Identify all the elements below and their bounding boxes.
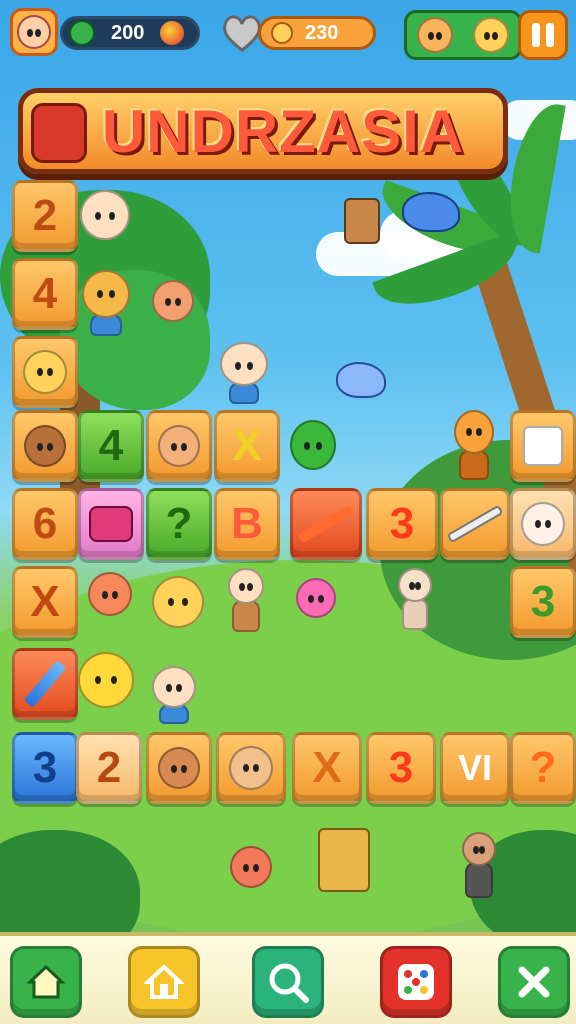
board-tile[interactable]: ?	[510, 732, 576, 804]
gem-counter: 230	[258, 16, 376, 50]
friends-panel[interactable]	[404, 10, 522, 60]
character[interactable]	[296, 578, 336, 618]
board-tile[interactable]	[440, 488, 510, 560]
dice-icon	[398, 964, 434, 1000]
home-button[interactable]	[10, 946, 82, 1018]
character[interactable]	[228, 568, 264, 632]
board-tile[interactable]: ?	[146, 488, 212, 560]
character[interactable]	[78, 652, 134, 708]
house-button[interactable]	[128, 946, 200, 1018]
character[interactable]	[230, 846, 272, 888]
board-tile[interactable]	[146, 732, 212, 804]
coin-icon	[271, 22, 293, 44]
character[interactable]	[152, 576, 204, 628]
search-icon	[269, 963, 309, 1003]
friend-avatar	[417, 17, 453, 53]
character[interactable]	[462, 832, 496, 898]
board-tile[interactable]	[78, 488, 144, 560]
bird[interactable]	[336, 362, 386, 398]
search-button[interactable]	[252, 946, 324, 1018]
puzzle-icon	[523, 426, 563, 466]
home-icon	[26, 964, 66, 999]
bottom-nav	[0, 932, 576, 1024]
character[interactable]	[398, 568, 432, 630]
board-tile[interactable]: 2	[76, 732, 142, 804]
board-tile[interactable]: X	[292, 732, 362, 804]
pause-icon	[532, 23, 540, 47]
title-logo-badge	[31, 103, 87, 163]
fire-icon	[160, 21, 185, 45]
character[interactable]	[220, 342, 268, 404]
board-tile[interactable]: X	[214, 410, 280, 482]
character[interactable]	[290, 420, 336, 470]
pencil-icon	[23, 660, 67, 708]
character[interactable]	[152, 666, 196, 724]
board-tile[interactable]	[146, 410, 212, 482]
game-title: UNDRZASIA	[101, 97, 465, 165]
board-tile[interactable]: 4	[12, 258, 78, 330]
board-tile[interactable]	[510, 410, 576, 482]
board-tile[interactable]	[12, 648, 78, 720]
top-hud: 200 230	[8, 6, 568, 60]
character-face	[521, 502, 565, 546]
toy-robot[interactable]	[344, 198, 380, 244]
robot-icon	[89, 506, 133, 542]
dice-button[interactable]	[380, 946, 452, 1018]
sword-icon	[446, 504, 504, 544]
character[interactable]	[82, 270, 130, 336]
character-face	[24, 425, 66, 467]
character[interactable]	[152, 280, 194, 322]
player-avatar[interactable]	[10, 8, 58, 56]
board-tile[interactable]: 6	[12, 488, 78, 560]
board-tile[interactable]: 3	[12, 732, 78, 804]
character-face	[23, 350, 67, 394]
character[interactable]	[88, 572, 132, 616]
board-tile[interactable]: 4	[78, 410, 144, 482]
heart-icon	[222, 14, 262, 52]
coin-count: 200	[111, 21, 145, 44]
clover-coin-icon	[69, 20, 95, 46]
board-tile[interactable]: X	[12, 566, 78, 638]
board-tile[interactable]: 3	[366, 488, 438, 560]
board-tile[interactable]: 3	[510, 566, 576, 638]
board-tile[interactable]	[12, 336, 78, 408]
chair[interactable]	[318, 828, 370, 892]
board-tile[interactable]	[216, 732, 286, 804]
board-tile[interactable]	[12, 410, 78, 482]
pause-button[interactable]	[518, 10, 568, 60]
character-face	[229, 746, 273, 790]
board-tile[interactable]	[510, 488, 576, 560]
board-tile[interactable]: 2	[12, 180, 78, 252]
character-face	[158, 747, 200, 789]
friend-avatar	[473, 17, 509, 53]
gem-count: 230	[305, 21, 339, 44]
close-icon	[518, 966, 550, 998]
coin-counter: 200	[60, 16, 200, 50]
sword-icon	[297, 504, 355, 544]
character[interactable]	[80, 190, 130, 240]
character-face	[158, 425, 200, 467]
game-title-banner: UNDRZASIA	[18, 88, 508, 174]
board-tile[interactable]: 3	[366, 732, 436, 804]
board-tile[interactable]: B	[214, 488, 280, 560]
close-button[interactable]	[498, 946, 570, 1018]
house-outline-icon	[144, 964, 184, 999]
board-tile[interactable]: VI	[440, 732, 510, 804]
board-tile[interactable]	[290, 488, 362, 560]
character[interactable]	[454, 410, 494, 480]
bird[interactable]	[402, 192, 460, 232]
